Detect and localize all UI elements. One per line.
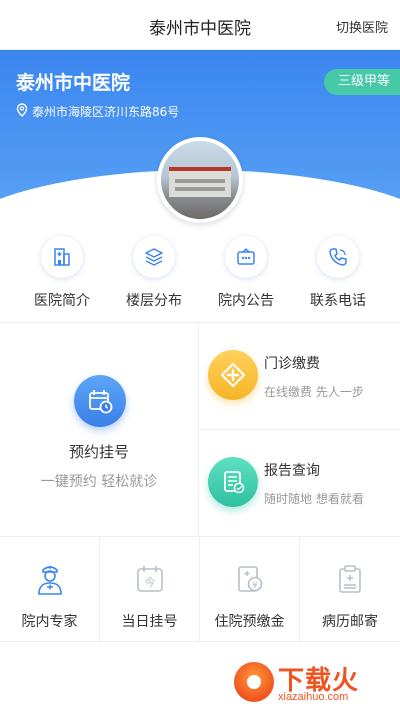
calendar-clock-icon <box>74 375 126 427</box>
payment-card[interactable]: 门诊缴费 在线缴费 先人一步 <box>200 323 400 430</box>
report-document-icon <box>208 457 258 507</box>
appointment-subtitle: 一键预约 轻松就诊 <box>40 474 158 490</box>
notice-board-icon <box>225 236 267 278</box>
menu-item-label: 病历邮寄 <box>322 614 378 630</box>
svg-text:今: 今 <box>144 575 155 589</box>
flame-logo-icon <box>234 662 274 702</box>
quick-link-label: 联系电话 <box>310 293 366 309</box>
calendar-today-icon: 今 <box>130 559 170 599</box>
menu-item-record-mail[interactable]: 病历邮寄 <box>300 537 400 642</box>
quick-link-label: 院内公告 <box>218 293 274 309</box>
watermark-logo: 下载火 xiazaihuo.com <box>234 658 394 708</box>
switch-hospital-button[interactable]: 切换医院 <box>336 17 388 36</box>
layers-icon <box>133 236 175 278</box>
menu-item-label: 住院预缴金 <box>214 614 285 630</box>
report-card[interactable]: 报告查询 随时随地 想看就看 <box>200 430 400 537</box>
location-pin-icon <box>16 103 28 120</box>
quick-links: 医院简介 楼层分布 院内公告 联系电话 <box>0 236 400 322</box>
menu-item-label: 院内专家 <box>21 614 78 630</box>
payment-title: 门诊缴费 <box>264 356 320 372</box>
hospital-photo <box>157 137 243 223</box>
hospital-address-text: 泰州市海陵区济川东路86号 <box>32 105 180 119</box>
svg-text:¥: ¥ <box>252 581 258 591</box>
hospital-building-image <box>169 167 231 197</box>
deposit-document-icon: ¥ <box>230 559 270 599</box>
quick-link-contact[interactable]: 联系电话 <box>288 236 388 310</box>
hospital-building-icon <box>41 236 83 278</box>
quick-link-hospital-intro[interactable]: 医院简介 <box>12 236 112 310</box>
watermark-url: xiazaihuo.com <box>278 691 349 703</box>
report-title: 报告查询 <box>264 463 320 479</box>
hospital-address: 泰州市海陵区济川东路86号 <box>16 103 179 120</box>
menu-item-experts[interactable]: 院内专家 <box>0 537 100 642</box>
hospital-name: 泰州市中医院 <box>16 72 131 94</box>
menu-item-inpatient-deposit[interactable]: ¥ 住院预缴金 <box>200 537 300 642</box>
quick-link-notices[interactable]: 院内公告 <box>196 236 296 310</box>
quick-link-floors[interactable]: 楼层分布 <box>104 236 204 310</box>
feature-grid: 预约挂号 一键预约 轻松就诊 门诊缴费 在线缴费 先人一步 报告查询 随时随地 … <box>0 322 400 537</box>
top-bar: 泰州市中医院 切换医院 <box>0 0 400 50</box>
quick-link-label: 楼层分布 <box>126 293 182 309</box>
phone-icon <box>317 236 359 278</box>
menu-item-same-day[interactable]: 今 当日挂号 <box>100 537 200 642</box>
quick-link-label: 医院简介 <box>34 293 90 309</box>
doctor-icon <box>30 559 70 599</box>
payment-subtitle: 在线缴费 先人一步 <box>264 385 364 399</box>
grade-badge: 三级甲等 <box>323 69 400 95</box>
menu-item-label: 当日挂号 <box>121 614 178 630</box>
bottom-menu: 院内专家 今 当日挂号 ¥ 住院预缴金 病历邮寄 <box>0 536 400 642</box>
appointment-card[interactable]: 预约挂号 一键预约 轻松就诊 <box>0 323 199 537</box>
report-subtitle: 随时随地 想看就看 <box>264 492 364 506</box>
plus-diamond-icon <box>208 350 258 400</box>
appointment-title: 预约挂号 <box>68 443 129 461</box>
medical-record-icon <box>330 559 370 599</box>
